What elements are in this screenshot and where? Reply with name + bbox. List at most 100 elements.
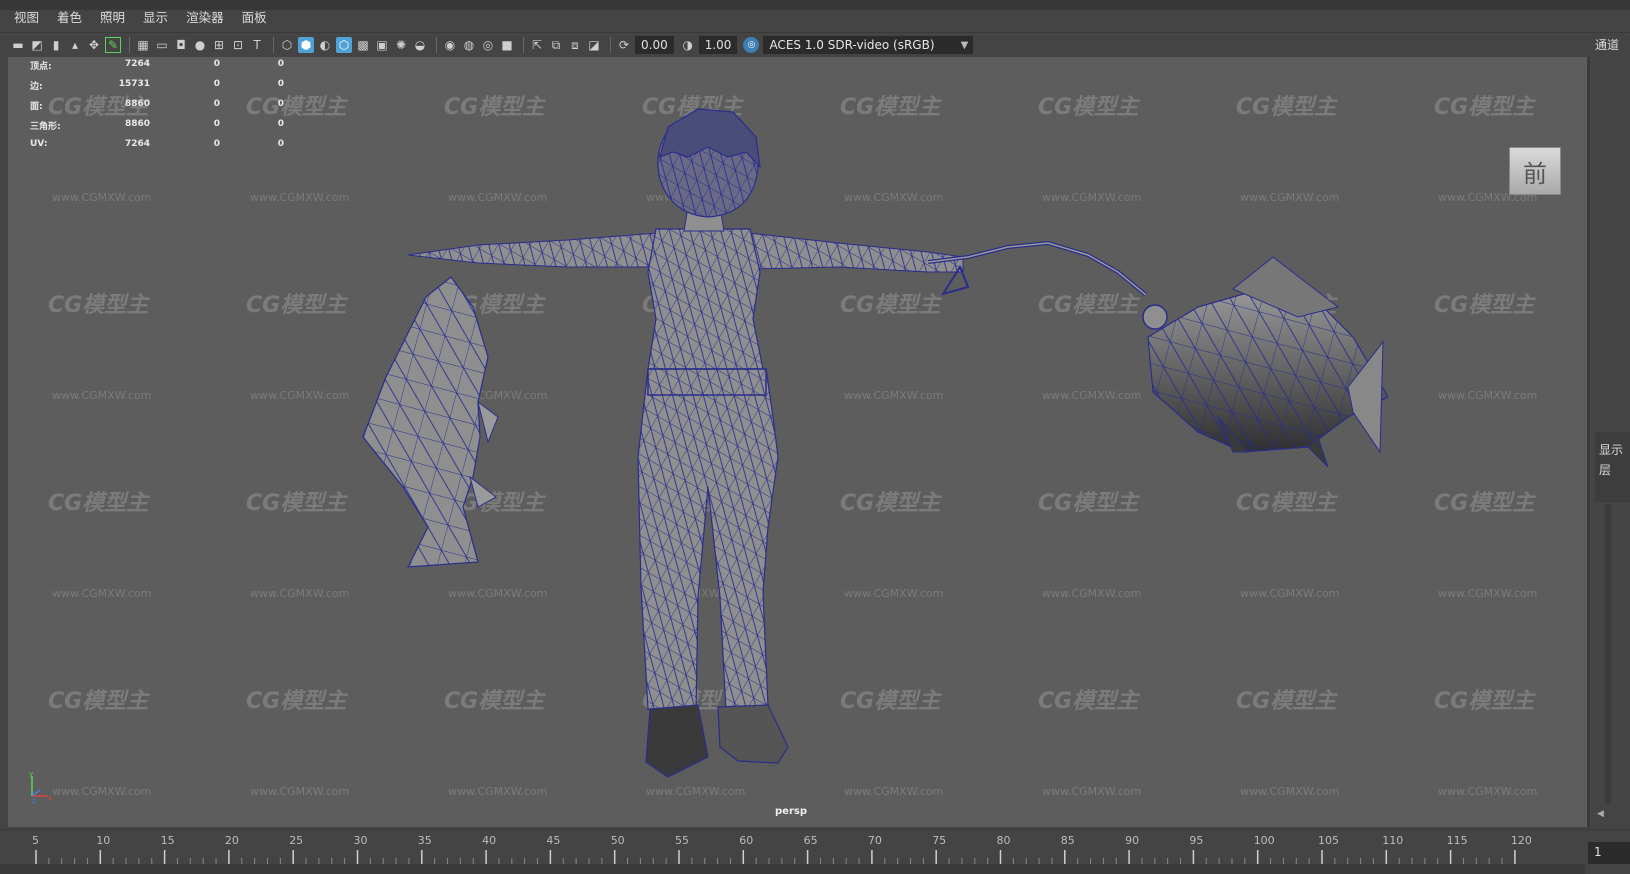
time-ruler-label: 15 [161, 834, 175, 847]
time-ruler-label: 105 [1318, 834, 1339, 847]
hud-v1: 8860 [124, 99, 150, 109]
time-ruler-label: 120 [1511, 834, 1532, 847]
exposure-icon[interactable]: ⟳ [616, 37, 632, 53]
color-space-value: ACES 1.0 SDR-video (sRGB) [769, 38, 935, 52]
camera-attributes-icon[interactable]: ◩ [29, 37, 45, 53]
resolution-gate-icon[interactable]: ◘ [173, 37, 189, 53]
2d-pan-icon[interactable]: ✥ [86, 37, 102, 53]
time-ruler-label: 80 [997, 834, 1011, 847]
film-gate-icon[interactable]: ▭ [154, 37, 170, 53]
time-ruler-label: 75 [932, 834, 946, 847]
time-ruler-label: 50 [611, 834, 625, 847]
hud-label: 三角形: [30, 122, 61, 132]
time-ruler-label: 110 [1382, 834, 1403, 847]
time-ruler[interactable]: 5 10 15 20 25 30 35 40 45 50 55 60 65 70 75 80 85 90 95 100… [0, 830, 1585, 874]
time-ruler-label: 60 [739, 834, 753, 847]
hud-label: 顶点: [30, 62, 52, 72]
menu-panels[interactable]: 面板 [242, 7, 267, 26]
panel-scrollbar[interactable] [1605, 504, 1611, 804]
time-ruler-label: 40 [482, 834, 496, 847]
backface-culling-icon[interactable]: ◪ [586, 37, 602, 53]
view-cube[interactable]: 前 [1509, 147, 1561, 195]
gamma-field[interactable]: 1.00 [698, 36, 738, 54]
hud-row: 顶点: 7264 0 0 [20, 59, 290, 79]
time-ruler-label: 90 [1125, 834, 1139, 847]
hud-row: 边: 15731 0 0 [20, 79, 290, 99]
hud-v1: 15731 [118, 79, 150, 89]
screen-space-ao-icon[interactable]: ◉ [442, 37, 458, 53]
wireframe-icon[interactable]: ⬡ [279, 37, 295, 53]
channel-box-panel: 通道 显示 层 ◀ [1593, 34, 1630, 827]
hud-v1: 7264 [124, 139, 150, 149]
hud-v3: 0 [277, 139, 284, 149]
hud-v3: 0 [277, 79, 284, 89]
hud-label: 边: [30, 82, 43, 92]
svg-text:x: x [48, 794, 52, 802]
time-ruler-label: 100 [1254, 834, 1275, 847]
3d-viewport[interactable]: CG模型主 CG模型主 CG模型主 CG模型主 www.CGMXW.com www.CGM… [8, 57, 1590, 827]
panel-menu: 视图 着色 照明 显示 渲染器 面板 [14, 0, 267, 33]
multisample-aa-icon[interactable]: ◎ [480, 37, 496, 53]
menu-view[interactable]: 视图 [14, 7, 39, 26]
hud-v2: 0 [213, 119, 220, 129]
hud-row: UV: 7264 0 0 [20, 139, 290, 159]
safe-action-icon[interactable]: ⊡ [230, 37, 246, 53]
hud-v3: 0 [277, 119, 284, 129]
channels-tab[interactable]: 通道 [1595, 36, 1619, 53]
use-all-lights-icon[interactable]: ✺ [393, 37, 409, 53]
time-ruler-label: 20 [225, 834, 239, 847]
time-ruler-label: 25 [289, 834, 303, 847]
display-tab[interactable]: 显示 [1599, 440, 1630, 460]
time-ruler-label: 5 [32, 834, 39, 847]
time-slider[interactable]: 5 10 15 20 25 30 35 40 45 50 55 60 65 70 75 80 85 90 95 100… [0, 829, 1630, 874]
hud-v2: 0 [213, 139, 220, 149]
depth-of-field-icon[interactable]: ■ [499, 37, 515, 53]
gate-mask-icon[interactable]: ● [192, 37, 208, 53]
svg-text:z: z [32, 797, 36, 804]
bookmark-icon[interactable]: ▮ [48, 37, 64, 53]
xray-icon[interactable]: ▩ [355, 37, 371, 53]
character-model[interactable] [407, 108, 964, 778]
shadows-icon[interactable]: ◒ [412, 37, 428, 53]
xray-joints-icon[interactable]: ⧉ [548, 37, 564, 53]
grease-pencil-icon[interactable]: ✎ [105, 37, 121, 53]
current-frame-field[interactable]: 1 [1588, 842, 1630, 864]
hanging-fish-model[interactable] [362, 276, 499, 568]
wireframe-on-shaded-icon[interactable]: ⬡ [336, 37, 352, 53]
select-camera-icon[interactable]: ▬ [10, 37, 26, 53]
color-management-icon[interactable]: ◎ [743, 37, 760, 53]
fishing-rod-model[interactable] [927, 240, 1168, 330]
layers-tab[interactable]: 层 [1599, 460, 1630, 480]
menu-renderer[interactable]: 渲染器 [186, 7, 224, 26]
motion-blur-icon[interactable]: ◍ [461, 37, 477, 53]
hud-row: 面: 8860 0 0 [20, 99, 290, 119]
toolbar-separator [436, 37, 437, 53]
use-default-material-icon[interactable]: ◐ [317, 37, 333, 53]
smooth-shade-icon[interactable]: ⬢ [298, 37, 314, 53]
color-space-select[interactable]: ACES 1.0 SDR-video (sRGB) ▼ [763, 36, 974, 54]
hooked-fish-model[interactable] [1147, 256, 1389, 468]
menu-shading[interactable]: 着色 [57, 7, 82, 26]
menu-lighting[interactable]: 照明 [100, 7, 125, 26]
menu-bar: 视图 着色 照明 显示 渲染器 面板 [0, 0, 1630, 33]
scroll-left-arrow-icon[interactable]: ◀ [1597, 809, 1604, 819]
toolbar-separator [523, 37, 524, 53]
gamma-icon[interactable]: ◑ [680, 37, 696, 53]
layer-editor-tabs: 显示 层 [1595, 432, 1630, 502]
time-ruler-label: 55 [675, 834, 689, 847]
time-ruler-label: 10 [96, 834, 110, 847]
menu-show[interactable]: 显示 [143, 7, 168, 26]
exposure-field[interactable]: 0.00 [635, 36, 674, 54]
scene [362, 108, 1389, 778]
time-ruler-label: 65 [804, 834, 818, 847]
textured-icon[interactable]: ▣ [374, 37, 390, 53]
grid-icon[interactable]: ▦ [135, 37, 151, 53]
image-plane-icon[interactable]: ▴ [67, 37, 83, 53]
xray-active-icon[interactable]: ⧈ [567, 37, 583, 53]
hud-label: UV: [30, 139, 48, 149]
time-ruler-label: 35 [418, 834, 432, 847]
field-chart-icon[interactable]: ⊞ [211, 37, 227, 53]
safe-title-icon[interactable]: T [249, 37, 265, 53]
time-ruler-label: 115 [1447, 834, 1468, 847]
isolate-select-icon[interactable]: ⇱ [529, 37, 545, 53]
